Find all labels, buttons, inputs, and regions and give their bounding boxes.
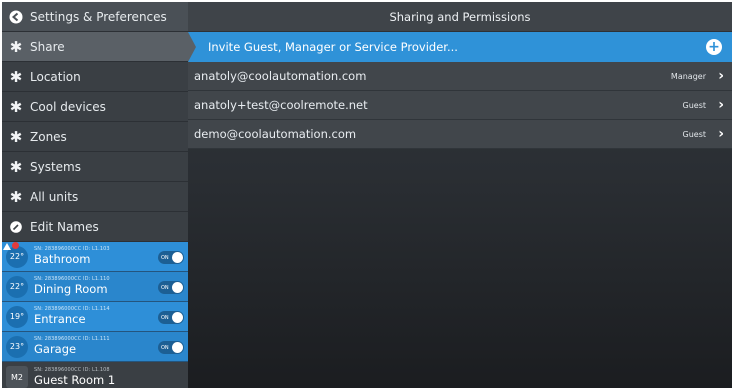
gear-icon: ✱ xyxy=(9,127,23,146)
warning-icon xyxy=(3,243,11,250)
user-role: Manager xyxy=(670,71,706,81)
back-arrow-icon[interactable] xyxy=(2,10,30,24)
user-role: Guest xyxy=(682,100,707,110)
gear-icon: ✱ xyxy=(9,37,23,56)
unit-name: Dining Room xyxy=(34,282,108,297)
unit-dining-room[interactable]: 22° SN: 283896000CC ID: L1.110 Dining Ro… xyxy=(2,272,188,302)
unit-temperature: 19° xyxy=(6,305,28,328)
sidebar-item-cool-devices[interactable]: ✱ Cool devices xyxy=(2,92,188,122)
unit-power-toggle[interactable]: ON xyxy=(158,281,184,294)
sidebar-item-zones[interactable]: ✱ Zones xyxy=(2,122,188,152)
toggle-state-label: ON xyxy=(161,344,169,351)
sidebar-item-label: Cool devices xyxy=(30,99,106,114)
sidebar-item-location[interactable]: ✱ Location xyxy=(2,62,188,92)
toggle-state-label: ON xyxy=(161,254,169,261)
user-email: anatoly+test@coolremote.net xyxy=(194,98,368,112)
sidebar-item-all-units[interactable]: ✱ All units xyxy=(2,182,188,212)
unit-serial: SN: 283896000CC ID: L1.108 xyxy=(34,366,110,373)
unit-name: Bathroom xyxy=(34,252,91,267)
sidebar-item-share[interactable]: ✱ Share xyxy=(2,32,188,62)
chevron-right-icon[interactable]: › xyxy=(718,97,724,113)
unit-mode-badge: M2 xyxy=(6,366,28,388)
unit-power-toggle[interactable]: ON xyxy=(158,341,184,354)
sidebar-header-label: Settings & Preferences xyxy=(30,9,167,24)
sidebar-item-systems[interactable]: ✱ Systems xyxy=(2,152,188,182)
toggle-knob xyxy=(172,312,183,323)
unit-name: Guest Room 1 xyxy=(34,372,116,387)
unit-bathroom[interactable]: 22° SN: 283896000CC ID: L1.103 Bathroom … xyxy=(2,242,188,272)
sidebar-item-label: Location xyxy=(30,69,81,84)
plus-icon[interactable]: + xyxy=(706,39,722,55)
unit-temperature: 22° xyxy=(6,275,28,298)
active-pointer xyxy=(188,32,196,62)
toggle-knob xyxy=(172,282,183,293)
chevron-right-icon[interactable]: › xyxy=(718,126,724,142)
user-row[interactable]: anatoly@coolautomation.com Manager › xyxy=(188,62,732,91)
unit-guest-room-1[interactable]: M2 SN: 283896000CC ID: L1.108 Guest Room… xyxy=(2,362,188,388)
gear-icon: ✱ xyxy=(9,157,23,176)
sidebar-item-edit-names[interactable]: Edit Names xyxy=(2,212,188,242)
unit-name: Entrance xyxy=(34,312,86,327)
unit-name: Garage xyxy=(34,342,77,357)
unit-garage[interactable]: 23° SN: 283896000CC ID: L1.111 Garage ON xyxy=(2,332,188,362)
pencil-icon xyxy=(2,220,30,233)
invite-label: Invite Guest, Manager or Service Provide… xyxy=(208,40,458,54)
sidebar-header-settings[interactable]: Settings & Preferences xyxy=(2,2,188,32)
main-panel: Sharing and Permissions Invite Guest, Ma… xyxy=(188,2,732,388)
user-row[interactable]: anatoly+test@coolremote.net Guest › xyxy=(188,91,732,120)
toggle-state-label: ON xyxy=(161,314,169,321)
sidebar: Settings & Preferences ✱ Share ✱ Locatio… xyxy=(2,2,188,388)
sidebar-item-label: All units xyxy=(30,189,79,204)
sidebar-item-label: Systems xyxy=(30,159,81,174)
chevron-right-icon[interactable]: › xyxy=(718,68,724,84)
page-title: Sharing and Permissions xyxy=(188,2,732,32)
invite-button[interactable]: Invite Guest, Manager or Service Provide… xyxy=(188,32,732,62)
user-email: demo@coolautomation.com xyxy=(194,127,357,141)
app-window: Settings & Preferences ✱ Share ✱ Locatio… xyxy=(2,2,732,388)
toggle-knob xyxy=(172,342,183,353)
sidebar-item-label: Share xyxy=(30,39,65,54)
gear-icon: ✱ xyxy=(9,97,23,116)
user-row[interactable]: demo@coolautomation.com Guest › xyxy=(188,120,732,149)
unit-entrance[interactable]: 19° SN: 283896000CC ID: L1.114 Entrance … xyxy=(2,302,188,332)
gear-icon: ✱ xyxy=(9,187,23,206)
sidebar-item-label: Zones xyxy=(30,129,67,144)
unit-power-toggle[interactable]: ON xyxy=(158,311,184,324)
user-role: Guest xyxy=(682,129,707,139)
unit-temperature: 23° xyxy=(6,335,28,358)
gear-icon: ✱ xyxy=(9,67,23,86)
sidebar-item-label: Edit Names xyxy=(30,219,99,234)
toggle-state-label: ON xyxy=(161,284,169,291)
alert-badge xyxy=(12,242,19,249)
unit-power-toggle[interactable]: ON xyxy=(158,251,184,264)
toggle-knob xyxy=(172,252,183,263)
user-email: anatoly@coolautomation.com xyxy=(194,69,367,83)
